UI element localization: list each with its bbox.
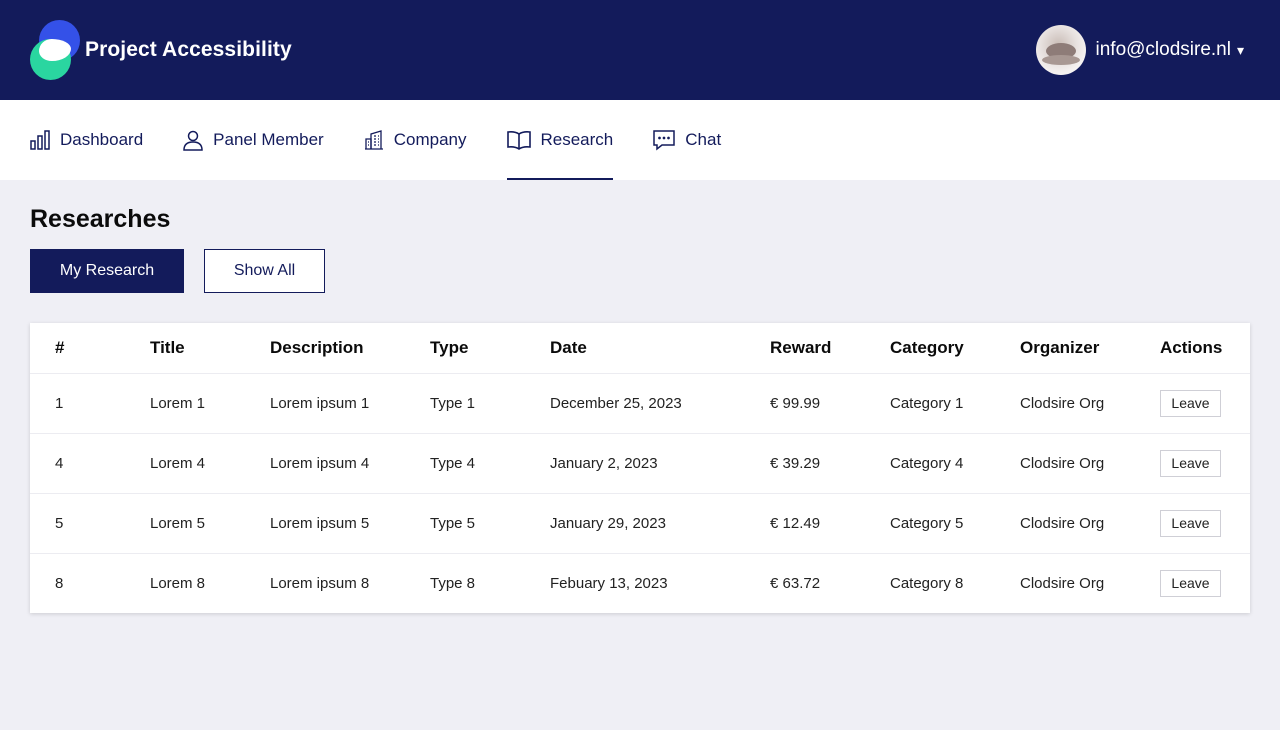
cell-description: Lorem ipsum 4 xyxy=(245,433,405,494)
cell-type: Type 4 xyxy=(405,433,525,494)
nav-label: Company xyxy=(393,130,467,149)
book-icon xyxy=(506,131,531,150)
column-header-type: Type xyxy=(405,323,525,374)
table-header-row: # Title Description Type Date Reward Cat… xyxy=(30,323,1250,374)
cell-description: Lorem ipsum 8 xyxy=(270,574,370,592)
cell-actions: Leave xyxy=(1135,373,1250,434)
table-row: 4 Lorem 4 Lorem ipsum 4 Type 4 January 2… xyxy=(30,433,1250,494)
column-header-category: Category xyxy=(865,323,995,374)
column-header-description: Description xyxy=(245,323,405,374)
cell-type: Type 8 xyxy=(430,574,476,592)
bar-chart-icon xyxy=(30,130,50,150)
cell-type: Type 1 xyxy=(405,373,525,434)
cell-reward: € 12.49 xyxy=(745,493,865,554)
cell-type: Type 5 xyxy=(405,493,525,554)
cell-reward: € 63.72 xyxy=(770,574,821,592)
cell-title: Lorem 4 xyxy=(125,433,245,494)
nav-item-company[interactable]: Company xyxy=(364,100,467,180)
cell-number: 4 xyxy=(30,433,125,494)
nav-label: Chat xyxy=(685,130,722,149)
cell-category: Category 5 xyxy=(865,493,995,554)
cell-organizer: Clodsire Org xyxy=(995,493,1135,554)
show-all-button[interactable]: Show All xyxy=(204,249,325,293)
leave-button[interactable]: Leave xyxy=(1160,569,1221,597)
chat-icon xyxy=(653,129,676,151)
chevron-down-icon[interactable]: ▾ xyxy=(1237,42,1244,59)
cell-description: Lorem ipsum 5 xyxy=(245,493,405,554)
cell-description: Lorem ipsum 1 xyxy=(245,373,405,434)
column-header-number: # xyxy=(30,323,125,374)
cell-reward: € 39.29 xyxy=(745,433,865,494)
leave-button[interactable]: Leave xyxy=(1160,509,1221,537)
column-header-title: Title xyxy=(125,323,245,374)
cell-number: 1 xyxy=(30,373,125,434)
brand-title: Project Accessibility xyxy=(85,38,292,61)
table-row: 5 Lorem 5 Lorem ipsum 5 Type 5 January 2… xyxy=(30,493,1250,554)
cell-organizer: Clodsire Org xyxy=(1020,574,1105,592)
top-bar: Project Accessibility info@clodsire.nl ▾ xyxy=(0,0,1280,100)
nav-item-research[interactable]: Research xyxy=(506,100,614,180)
nav-label: Dashboard xyxy=(60,130,144,149)
table-row: 1 Lorem 1 Lorem ipsum 1 Type 1 December … xyxy=(30,373,1250,434)
column-header-date: Date xyxy=(525,323,745,374)
cell-title: Lorem 5 xyxy=(125,493,245,554)
avatar[interactable] xyxy=(1035,25,1086,75)
cell-organizer: Clodsire Org xyxy=(995,433,1135,494)
nav-label: Research xyxy=(540,130,614,149)
cell-category: Category 4 xyxy=(865,433,995,494)
cell-actions: Leave xyxy=(1135,433,1250,494)
cell-category: Category 8 xyxy=(890,574,964,592)
cell-date: January 29, 2023 xyxy=(525,493,745,554)
nav-item-panel-member[interactable]: Panel Member xyxy=(183,100,324,180)
cell-organizer: Clodsire Org xyxy=(995,373,1135,434)
cell-date: December 25, 2023 xyxy=(525,373,745,434)
cell-reward: € 99.99 xyxy=(745,373,865,434)
research-table: # Title Description Type Date Reward Cat… xyxy=(30,323,1250,613)
cell-title: Lorem 1 xyxy=(125,373,245,434)
cell-number: 5 xyxy=(30,493,125,554)
logo-icon xyxy=(30,19,82,81)
column-header-reward: Reward xyxy=(745,323,865,374)
nav-item-dashboard[interactable]: Dashboard xyxy=(30,100,143,180)
leave-button[interactable]: Leave xyxy=(1160,389,1221,417)
brand[interactable]: Project Accessibility xyxy=(30,19,292,81)
cell-date: January 2, 2023 xyxy=(525,433,745,494)
column-header-organizer: Organizer xyxy=(995,323,1135,374)
table-row: 8 Lorem 8 Lorem ipsum 8 Type 8 Febuary 1… xyxy=(30,553,1250,613)
cell-actions: Leave xyxy=(1135,493,1250,554)
column-header-actions: Actions xyxy=(1135,323,1250,374)
cell-date: Febuary 13, 2023 xyxy=(550,574,668,592)
nav-item-chat[interactable]: Chat xyxy=(653,100,721,180)
cell-number: 8 xyxy=(55,574,64,592)
user-menu[interactable]: info@clodsire.nl ▾ xyxy=(1035,25,1244,75)
my-research-button[interactable]: My Research xyxy=(30,249,184,293)
leave-button[interactable]: Leave xyxy=(1160,449,1221,477)
cell-actions: Leave xyxy=(1135,553,1250,613)
user-email[interactable]: info@clodsire.nl xyxy=(1096,39,1231,61)
building-icon xyxy=(364,130,383,150)
cell-category: Category 1 xyxy=(865,373,995,434)
cell-title: Lorem 8 xyxy=(150,574,206,592)
nav-label: Panel Member xyxy=(213,130,324,149)
main-nav: Dashboard Panel Member Company Research … xyxy=(0,100,1280,180)
user-icon xyxy=(183,130,203,151)
page-title: Researches xyxy=(30,205,171,233)
